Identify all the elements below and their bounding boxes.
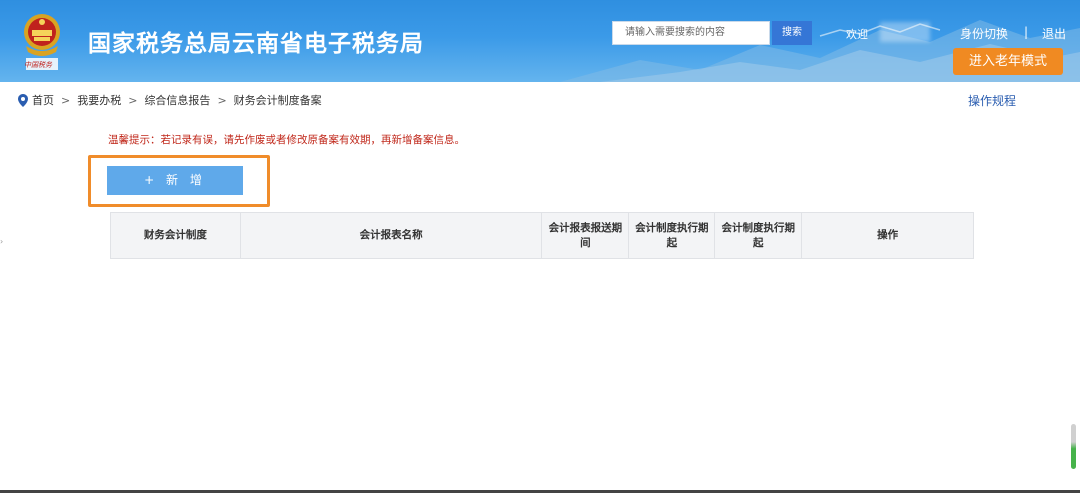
warning-tip: 温馨提示：若记录有误，请先作废或者修改原备案有效期，再新增备案信息。 xyxy=(108,134,465,146)
breadcrumb-separator: > xyxy=(128,93,138,107)
breadcrumb: 首页 > 我要办税 > 综合信息报告 > 财务会计制度备案 xyxy=(18,92,322,108)
welcome-label: 欢迎 xyxy=(846,28,868,41)
header-banner: 中国税务 国家税务总局云南省电子税务局 请输入需要搜索的内容 搜索 欢迎 身份切… xyxy=(0,0,1080,82)
breadcrumb-current: 财务会计制度备案 xyxy=(233,94,322,107)
breadcrumb-separator: > xyxy=(61,93,71,107)
emblem-caption: 中国税务 xyxy=(24,61,52,69)
filing-table: 财务会计制度 会计报表名称 会计报表报送期间 会计制度执行期起 会计制度执行期起… xyxy=(110,212,974,259)
user-name-blurred xyxy=(880,22,930,42)
add-button[interactable]: + 新 增 xyxy=(107,166,243,195)
breadcrumb-home[interactable]: 首页 xyxy=(32,92,54,108)
site-title: 国家税务总局云南省电子税务局 xyxy=(88,31,424,57)
role-switch-link[interactable]: 身份切换 xyxy=(960,25,1008,42)
column-header: 操作 xyxy=(801,212,974,259)
operation-guide-link[interactable]: 操作规程 xyxy=(968,92,1016,109)
header-divider: | xyxy=(1024,25,1029,39)
breadcrumb-info-report[interactable]: 综合信息报告 xyxy=(144,92,210,108)
column-header: 会计报表报送期间 xyxy=(541,212,630,259)
column-header: 会计制度执行期起 xyxy=(628,212,716,259)
search-button[interactable]: 搜索 xyxy=(772,21,812,45)
location-pin-icon xyxy=(18,93,28,107)
column-header: 会计制度执行期起 xyxy=(714,212,803,259)
table-header-row: 财务会计制度 会计报表名称 会计报表报送期间 会计制度执行期起 会计制度执行期起… xyxy=(110,212,974,259)
column-header: 财务会计制度 xyxy=(110,212,241,259)
breadcrumb-tax-handling[interactable]: 我要办税 xyxy=(77,92,121,108)
breadcrumb-separator: > xyxy=(217,93,227,107)
elder-mode-button[interactable]: 进入老年模式 xyxy=(953,48,1063,75)
column-header: 会计报表名称 xyxy=(239,212,543,259)
side-collapse-marker[interactable]: › xyxy=(0,237,3,246)
scrollbar-thumb[interactable] xyxy=(1071,424,1076,469)
logout-link[interactable]: 退出 xyxy=(1042,25,1066,42)
search-input[interactable]: 请输入需要搜索的内容 xyxy=(612,21,770,45)
